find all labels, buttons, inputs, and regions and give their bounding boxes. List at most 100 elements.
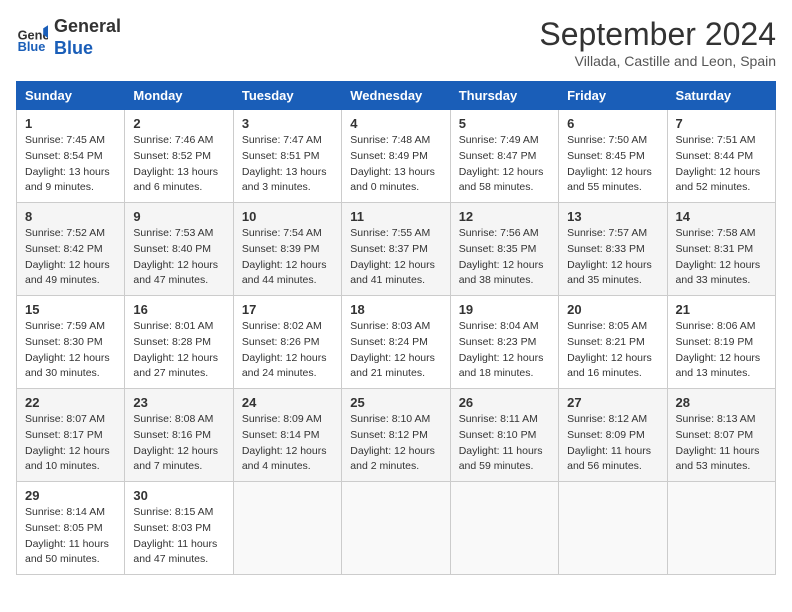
day-number: 14 bbox=[676, 209, 767, 224]
svg-text:Blue: Blue bbox=[18, 38, 46, 53]
day-info: Sunrise: 7:55 AMSunset: 8:37 PMDaylight:… bbox=[350, 226, 441, 289]
calendar-cell: 26Sunrise: 8:11 AMSunset: 8:10 PMDayligh… bbox=[450, 389, 558, 482]
day-info: Sunrise: 8:10 AMSunset: 8:12 PMDaylight:… bbox=[350, 412, 441, 475]
day-info: Sunrise: 7:47 AMSunset: 8:51 PMDaylight:… bbox=[242, 133, 333, 196]
day-number: 21 bbox=[676, 302, 767, 317]
day-number: 27 bbox=[567, 395, 658, 410]
calendar-cell: 22 Sunrise: 8:07 AMSunset: 8:17 PMDayligh… bbox=[17, 389, 125, 482]
calendar-cell: 7 Sunrise: 7:51 AMSunset: 8:44 PMDaylight… bbox=[667, 110, 775, 203]
calendar-cell bbox=[667, 482, 775, 575]
day-number: 29 bbox=[25, 488, 116, 503]
day-number: 5 bbox=[459, 116, 550, 131]
logo-icon: General Blue bbox=[16, 22, 48, 54]
calendar-cell: 16Sunrise: 8:01 AMSunset: 8:28 PMDayligh… bbox=[125, 296, 233, 389]
calendar-cell: 13Sunrise: 7:57 AMSunset: 8:33 PMDayligh… bbox=[559, 203, 667, 296]
day-number: 1 bbox=[25, 116, 116, 131]
calendar-week-3: 15 Sunrise: 7:59 AMSunset: 8:30 PMDayligh… bbox=[17, 296, 776, 389]
day-number: 19 bbox=[459, 302, 550, 317]
day-number: 11 bbox=[350, 209, 441, 224]
calendar-cell bbox=[342, 482, 450, 575]
day-info: Sunrise: 8:05 AMSunset: 8:21 PMDaylight:… bbox=[567, 319, 658, 382]
day-info: Sunrise: 8:04 AMSunset: 8:23 PMDaylight:… bbox=[459, 319, 550, 382]
location: Villada, Castille and Leon, Spain bbox=[539, 53, 776, 69]
calendar-cell: 29Sunrise: 8:14 AMSunset: 8:05 PMDayligh… bbox=[17, 482, 125, 575]
calendar-cell: 14 Sunrise: 7:58 AMSunset: 8:31 PMDayligh… bbox=[667, 203, 775, 296]
day-info: Sunrise: 7:53 AMSunset: 8:40 PMDaylight:… bbox=[133, 226, 224, 289]
day-info: Sunrise: 8:12 AMSunset: 8:09 PMDaylight:… bbox=[567, 412, 658, 475]
weekday-saturday: Saturday bbox=[667, 82, 775, 110]
calendar-cell: 18 Sunrise: 8:03 AMSunset: 8:24 PMDayligh… bbox=[342, 296, 450, 389]
calendar-table: SundayMondayTuesdayWednesdayThursdayFrid… bbox=[16, 81, 776, 575]
calendar-cell: 2Sunrise: 7:46 AMSunset: 8:52 PMDaylight… bbox=[125, 110, 233, 203]
day-info: Sunrise: 8:03 AMSunset: 8:24 PMDaylight:… bbox=[350, 319, 441, 382]
day-number: 6 bbox=[567, 116, 658, 131]
calendar-cell: 5 Sunrise: 7:49 AMSunset: 8:47 PMDaylight… bbox=[450, 110, 558, 203]
calendar-cell: 4 Sunrise: 7:48 AMSunset: 8:49 PMDaylight… bbox=[342, 110, 450, 203]
day-info: Sunrise: 7:45 AMSunset: 8:54 PMDaylight:… bbox=[25, 133, 116, 196]
day-number: 2 bbox=[133, 116, 224, 131]
day-number: 24 bbox=[242, 395, 333, 410]
logo-line2: Blue bbox=[54, 38, 121, 60]
calendar-cell: 1 Sunrise: 7:45 AMSunset: 8:54 PMDaylight… bbox=[17, 110, 125, 203]
day-number: 9 bbox=[133, 209, 224, 224]
calendar-cell: 27 Sunrise: 8:12 AMSunset: 8:09 PMDayligh… bbox=[559, 389, 667, 482]
title-block: September 2024 Villada, Castille and Leo… bbox=[539, 16, 776, 69]
day-info: Sunrise: 7:48 AMSunset: 8:49 PMDaylight:… bbox=[350, 133, 441, 196]
day-number: 22 bbox=[25, 395, 116, 410]
logo: General Blue General Blue bbox=[16, 16, 121, 59]
calendar-cell: 21Sunrise: 8:06 AMSunset: 8:19 PMDayligh… bbox=[667, 296, 775, 389]
day-number: 16 bbox=[133, 302, 224, 317]
calendar-cell: 20 Sunrise: 8:05 AMSunset: 8:21 PMDayligh… bbox=[559, 296, 667, 389]
weekday-sunday: Sunday bbox=[17, 82, 125, 110]
day-info: Sunrise: 8:07 AMSunset: 8:17 PMDaylight:… bbox=[25, 412, 116, 475]
weekday-friday: Friday bbox=[559, 82, 667, 110]
day-info: Sunrise: 7:56 AMSunset: 8:35 PMDaylight:… bbox=[459, 226, 550, 289]
day-number: 18 bbox=[350, 302, 441, 317]
calendar-cell: 25 Sunrise: 8:10 AMSunset: 8:12 PMDayligh… bbox=[342, 389, 450, 482]
calendar-cell: 30 Sunrise: 8:15 AMSunset: 8:03 PMDayligh… bbox=[125, 482, 233, 575]
calendar-week-5: 29Sunrise: 8:14 AMSunset: 8:05 PMDayligh… bbox=[17, 482, 776, 575]
day-info: Sunrise: 7:54 AMSunset: 8:39 PMDaylight:… bbox=[242, 226, 333, 289]
day-number: 26 bbox=[459, 395, 550, 410]
calendar-body: 1 Sunrise: 7:45 AMSunset: 8:54 PMDaylight… bbox=[17, 110, 776, 575]
day-number: 25 bbox=[350, 395, 441, 410]
day-info: Sunrise: 7:58 AMSunset: 8:31 PMDaylight:… bbox=[676, 226, 767, 289]
calendar-cell: 8 Sunrise: 7:52 AMSunset: 8:42 PMDaylight… bbox=[17, 203, 125, 296]
weekday-header-row: SundayMondayTuesdayWednesdayThursdayFrid… bbox=[17, 82, 776, 110]
day-number: 4 bbox=[350, 116, 441, 131]
day-number: 3 bbox=[242, 116, 333, 131]
day-info: Sunrise: 8:15 AMSunset: 8:03 PMDaylight:… bbox=[133, 505, 224, 568]
day-number: 20 bbox=[567, 302, 658, 317]
calendar-cell: 23Sunrise: 8:08 AMSunset: 8:16 PMDayligh… bbox=[125, 389, 233, 482]
calendar-cell: 24 Sunrise: 8:09 AMSunset: 8:14 PMDayligh… bbox=[233, 389, 341, 482]
calendar-cell bbox=[233, 482, 341, 575]
day-number: 8 bbox=[25, 209, 116, 224]
day-info: Sunrise: 8:13 AMSunset: 8:07 PMDaylight:… bbox=[676, 412, 767, 475]
day-number: 10 bbox=[242, 209, 333, 224]
calendar-week-4: 22 Sunrise: 8:07 AMSunset: 8:17 PMDayligh… bbox=[17, 389, 776, 482]
day-info: Sunrise: 8:09 AMSunset: 8:14 PMDaylight:… bbox=[242, 412, 333, 475]
calendar-cell: 6Sunrise: 7:50 AMSunset: 8:45 PMDaylight… bbox=[559, 110, 667, 203]
calendar-cell: 19 Sunrise: 8:04 AMSunset: 8:23 PMDayligh… bbox=[450, 296, 558, 389]
day-number: 13 bbox=[567, 209, 658, 224]
weekday-thursday: Thursday bbox=[450, 82, 558, 110]
weekday-wednesday: Wednesday bbox=[342, 82, 450, 110]
day-info: Sunrise: 7:52 AMSunset: 8:42 PMDaylight:… bbox=[25, 226, 116, 289]
day-info: Sunrise: 7:51 AMSunset: 8:44 PMDaylight:… bbox=[676, 133, 767, 196]
day-number: 17 bbox=[242, 302, 333, 317]
day-number: 30 bbox=[133, 488, 224, 503]
day-info: Sunrise: 7:59 AMSunset: 8:30 PMDaylight:… bbox=[25, 319, 116, 382]
day-number: 28 bbox=[676, 395, 767, 410]
page-header: General Blue General Blue September 2024… bbox=[16, 16, 776, 69]
calendar-cell: 15 Sunrise: 7:59 AMSunset: 8:30 PMDayligh… bbox=[17, 296, 125, 389]
calendar-cell: 3 Sunrise: 7:47 AMSunset: 8:51 PMDaylight… bbox=[233, 110, 341, 203]
calendar-cell: 28 Sunrise: 8:13 AMSunset: 8:07 PMDayligh… bbox=[667, 389, 775, 482]
day-number: 7 bbox=[676, 116, 767, 131]
calendar-cell: 10 Sunrise: 7:54 AMSunset: 8:39 PMDayligh… bbox=[233, 203, 341, 296]
day-info: Sunrise: 7:49 AMSunset: 8:47 PMDaylight:… bbox=[459, 133, 550, 196]
day-number: 15 bbox=[25, 302, 116, 317]
calendar-cell bbox=[450, 482, 558, 575]
calendar-week-1: 1 Sunrise: 7:45 AMSunset: 8:54 PMDaylight… bbox=[17, 110, 776, 203]
calendar-cell bbox=[559, 482, 667, 575]
calendar-cell: 9 Sunrise: 7:53 AMSunset: 8:40 PMDaylight… bbox=[125, 203, 233, 296]
